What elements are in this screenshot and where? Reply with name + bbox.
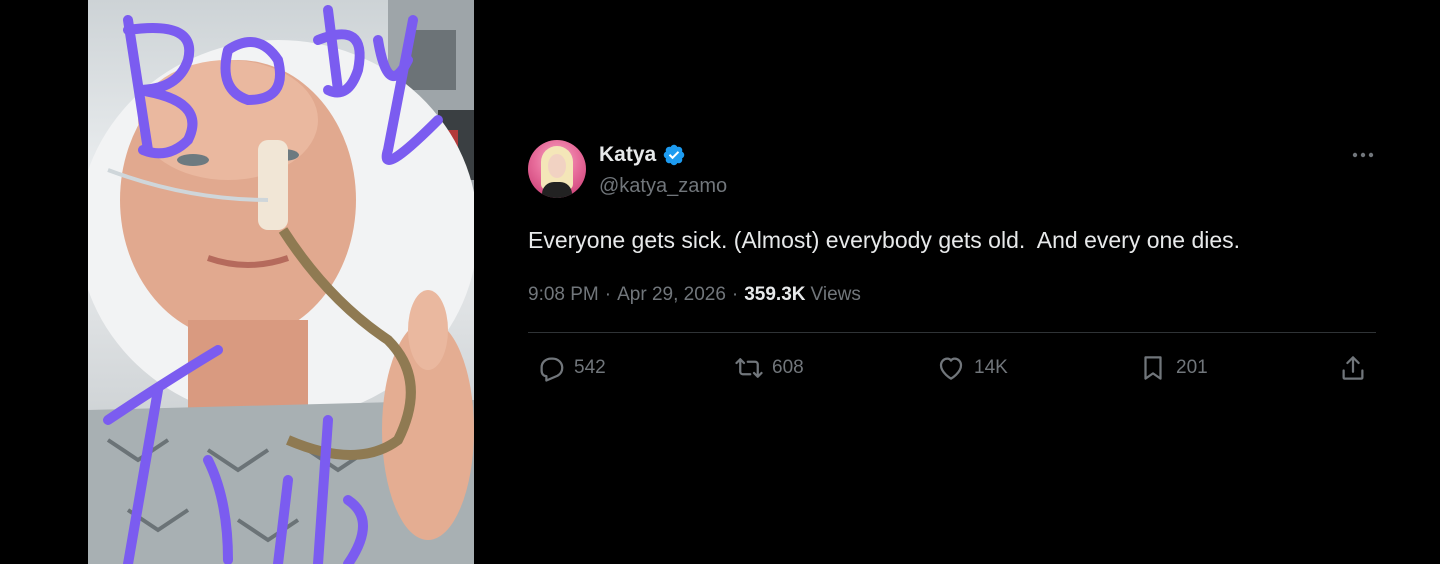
- tweet-time[interactable]: 9:08 PM: [528, 284, 599, 306]
- repost-icon: [735, 358, 763, 378]
- tweet-header: Katya @katya_zamo: [528, 140, 1376, 200]
- reply-count: 542: [574, 357, 606, 378]
- author-name-row: Katya: [599, 143, 686, 167]
- repost-count: 608: [772, 357, 804, 378]
- selfie-photo-icon: [88, 0, 474, 564]
- bookmark-icon: [1144, 356, 1162, 380]
- verified-badge-icon: [662, 143, 686, 167]
- meta-separator: ·: [604, 284, 612, 305]
- views-count: 359.3K: [744, 284, 806, 305]
- meta-separator: ·: [731, 284, 739, 305]
- share-icon: [1342, 356, 1364, 380]
- avatar[interactable]: [528, 140, 586, 198]
- author-handle[interactable]: @katya_zamo: [599, 175, 727, 198]
- reply-button[interactable]: 542: [536, 353, 606, 383]
- share-button[interactable]: [1338, 353, 1368, 383]
- tweet-text: Everyone gets sick. (Almost) everybody g…: [528, 227, 1241, 253]
- like-count: 14K: [974, 357, 1008, 378]
- heart-icon: [939, 357, 963, 380]
- like-button[interactable]: 14K: [936, 353, 1008, 383]
- tweet-date[interactable]: Apr 29, 2026: [617, 284, 726, 306]
- more-options-icon[interactable]: [1350, 142, 1376, 168]
- action-bar: 542 608 14K 201: [528, 333, 1376, 405]
- repost-button[interactable]: 608: [734, 353, 804, 383]
- reply-icon: [540, 357, 564, 382]
- views-label: Views: [810, 284, 861, 305]
- bookmark-count: 201: [1176, 357, 1208, 378]
- tweet-meta: 9:08 PM · Apr 29, 2026 · 359.3K Views: [528, 284, 1376, 306]
- tweet: Katya @katya_zamo Everyone gets sick. (A…: [528, 140, 1376, 405]
- attached-photo[interactable]: [88, 0, 474, 564]
- bookmark-button[interactable]: 201: [1138, 353, 1208, 383]
- author-name[interactable]: Katya: [599, 143, 656, 167]
